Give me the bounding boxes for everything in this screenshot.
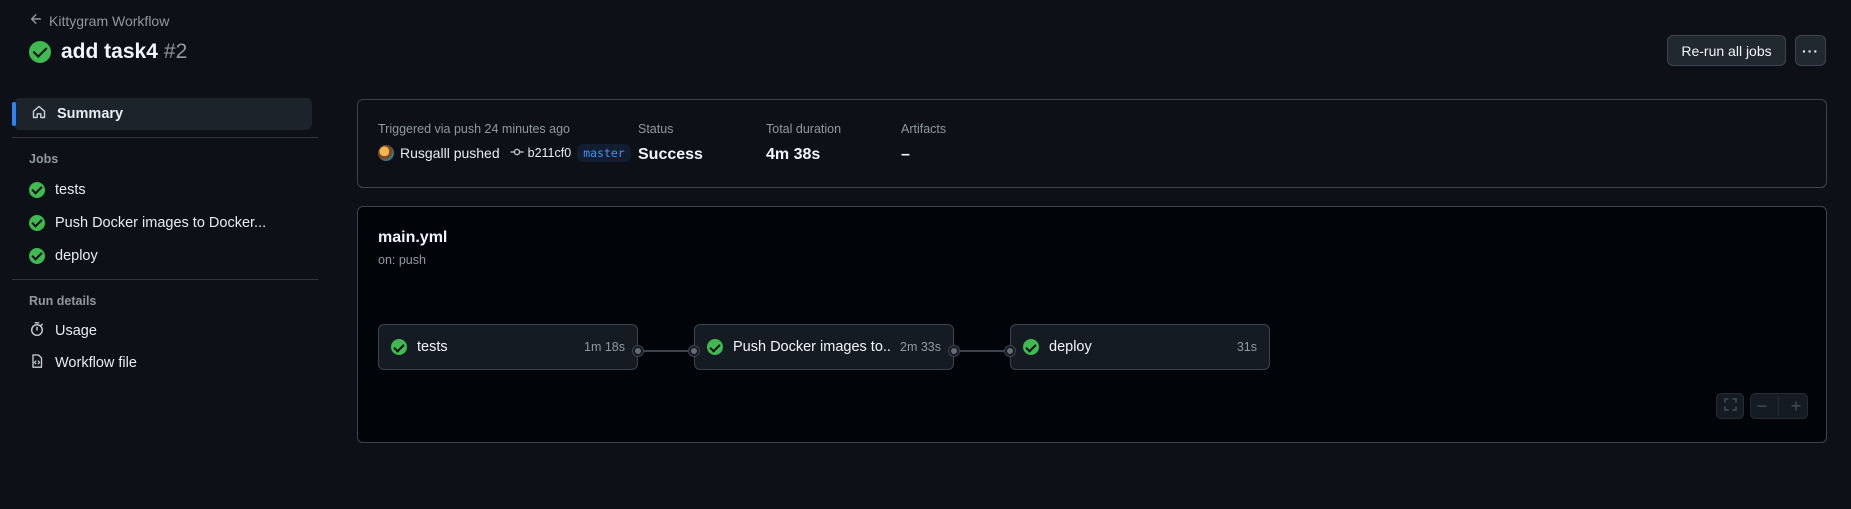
success-check-icon (29, 181, 45, 198)
success-check-icon (29, 247, 45, 264)
back-link-label: Kittygram Workflow (49, 12, 170, 29)
graph-job-tests[interactable]: tests 1m 18s (378, 324, 638, 370)
success-check-icon (1023, 339, 1039, 355)
more-options-button[interactable]: ··· (1795, 35, 1826, 66)
sidebar-item-label: Workflow file (55, 355, 137, 371)
sidebar-item-workflow-file[interactable]: Workflow file (12, 347, 318, 379)
sidebar-item-label: tests (55, 181, 86, 198)
sidebar-item-label: Summary (57, 106, 124, 122)
graph-job-push-docker[interactable]: Push Docker images to... 2m 33s (694, 324, 954, 370)
sidebar-item-label: deploy (55, 247, 98, 264)
push-info: Rusgalll pushed b211cf0 master (378, 144, 631, 162)
zoom-in-button[interactable]: + (1791, 396, 1802, 417)
success-check-icon (29, 41, 51, 63)
workflow-file-name[interactable]: main.yml (378, 229, 447, 247)
sidebar-item-job-push-docker[interactable]: Push Docker images to Docker... (12, 206, 318, 239)
status-label: Status (638, 122, 674, 136)
zoom-out-button[interactable]: − (1757, 396, 1768, 417)
workflow-trigger: on: push (378, 253, 426, 267)
connector-dot (633, 346, 643, 356)
sidebar-item-job-deploy[interactable]: deploy (12, 239, 318, 272)
connector-dot (949, 346, 959, 356)
graph-job-deploy[interactable]: deploy 31s (1010, 324, 1270, 370)
zoom-controls: − + (1750, 393, 1808, 419)
sidebar-heading-jobs: Jobs (29, 152, 59, 166)
trigger-column: Triggered via push 24 minutes ago Rusgal… (378, 122, 631, 162)
job-name: deploy (1049, 339, 1092, 355)
duration-column: Total duration 4m 38s (766, 122, 841, 164)
success-check-icon (391, 339, 407, 355)
duration-value: 4m 38s (766, 146, 821, 163)
fullscreen-button[interactable] (1716, 393, 1744, 419)
sidebar-heading-run-details: Run details (29, 294, 97, 308)
sidebar-item-job-tests[interactable]: tests (12, 173, 318, 206)
back-to-workflow-link[interactable]: Kittygram Workflow (29, 12, 169, 29)
actor-text[interactable]: Rusgalll pushed (400, 145, 500, 161)
kebab-horizontal-icon: ··· (1802, 42, 1819, 59)
page-title-row: add task4 #2 (29, 40, 187, 64)
artifacts-value: – (901, 146, 910, 163)
job-name: tests (417, 339, 448, 355)
file-code-icon (29, 353, 45, 373)
workflow-graph-card: main.yml on: push tests 1m 18s Push Dock… (357, 206, 1827, 443)
graph-connector (640, 350, 692, 352)
branch-badge[interactable]: master (577, 144, 631, 162)
stopwatch-icon (29, 321, 45, 341)
fullscreen-icon (1723, 398, 1737, 414)
job-name: Push Docker images to... (733, 339, 890, 355)
commit-link[interactable]: b211cf0 (510, 146, 572, 160)
zoom-divider (1778, 396, 1780, 416)
rerun-all-jobs-button[interactable]: Re-run all jobs (1667, 35, 1786, 66)
run-summary-card: Triggered via push 24 minutes ago Rusgal… (357, 99, 1827, 188)
arrow-left-icon (29, 12, 43, 29)
sidebar-divider (12, 279, 318, 280)
commit-sha: b211cf0 (527, 146, 572, 160)
home-icon (31, 104, 47, 124)
graph-connector (956, 350, 1008, 352)
connector-dot (689, 346, 699, 356)
success-check-icon (707, 339, 723, 355)
run-number: #2 (163, 40, 188, 63)
artifacts-label: Artifacts (901, 122, 947, 136)
sidebar-item-usage[interactable]: Usage (12, 315, 318, 347)
job-duration: 31s (1236, 340, 1257, 354)
status-column: Status Success (638, 122, 703, 164)
job-duration: 1m 18s (584, 340, 625, 354)
connector-dot (1005, 346, 1015, 356)
page-title: add task4 (61, 40, 158, 63)
run-sidebar: Summary Jobs tests Push Docker images to… (12, 98, 318, 379)
artifacts-column: Artifacts – (901, 122, 946, 164)
duration-label: Total duration (766, 122, 842, 136)
sidebar-item-summary[interactable]: Summary (12, 98, 312, 130)
avatar[interactable] (378, 145, 394, 161)
trigger-label: Triggered via push 24 minutes ago (378, 122, 571, 136)
sidebar-divider (12, 137, 318, 138)
sidebar-item-label: Usage (55, 323, 97, 339)
status-value: Success (638, 146, 703, 163)
job-duration: 2m 33s (900, 340, 941, 354)
git-commit-icon (510, 146, 524, 160)
success-check-icon (29, 214, 45, 231)
sidebar-item-label: Push Docker images to Docker... (55, 214, 267, 231)
